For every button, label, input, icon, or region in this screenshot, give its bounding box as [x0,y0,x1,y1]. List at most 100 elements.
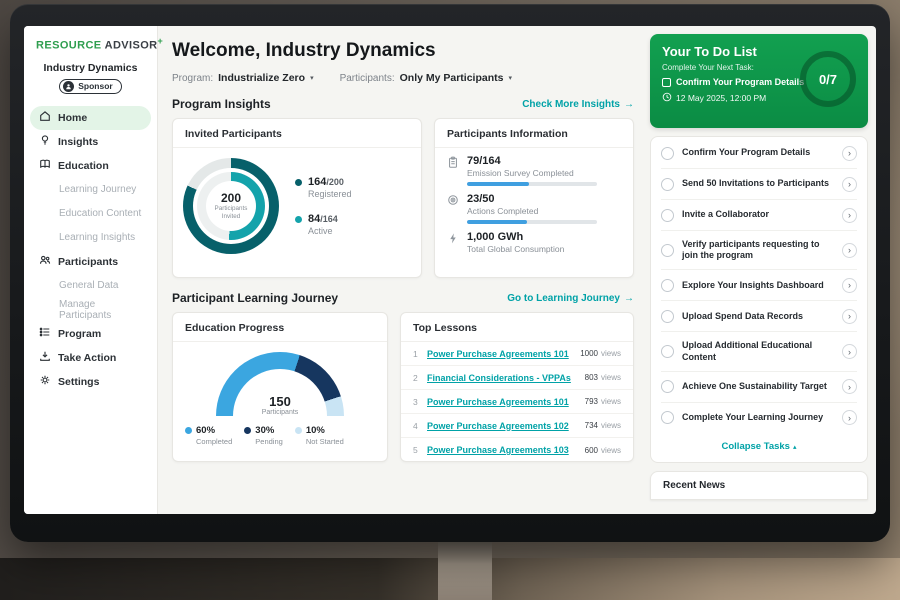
app-logo: RESOURCE ADVISOR+ [24,36,157,52]
monitor-stand [438,540,492,600]
todo-item-explore-insights[interactable]: Explore Your Insights Dashboard › [661,270,857,301]
lightbulb-icon [39,134,51,149]
lesson-link[interactable]: Power Purchase Agreements 103 [427,445,569,455]
todo-item-send-invitations[interactable]: Send 50 Invitations to Participants › [661,169,857,200]
chevron-right-icon[interactable]: › [842,379,857,394]
task-checkbox[interactable] [661,411,674,424]
sidebar-item-participants[interactable]: Participants [30,250,151,274]
task-checkbox[interactable] [661,244,674,257]
lesson-link[interactable]: Power Purchase Agreements 102 [427,421,569,431]
chevron-right-icon[interactable]: › [842,278,857,293]
logo-primary: RESOURCE [36,40,102,52]
lesson-row-1[interactable]: 1 Power Purchase Agreements 101 1000view… [401,342,633,366]
lesson-row-3[interactable]: 3 Power Purchase Agreements 101 793views [401,390,633,414]
sidebar-item-education-content[interactable]: Education Content [30,202,151,226]
participants-information-card: Participants Information 79/164 Emission… [434,118,634,278]
gauge-center-label: Participants [216,409,344,416]
chevron-right-icon[interactable]: › [842,243,857,258]
take-action-icon [39,350,51,365]
todo-panel: Your To Do List Complete Your Next Task:… [646,26,876,514]
chevron-right-icon[interactable]: › [842,146,857,161]
chevron-right-icon[interactable]: › [842,309,857,324]
task-checkbox[interactable] [661,345,674,358]
clock-icon [662,92,672,104]
task-checkbox[interactable] [661,279,674,292]
list-icon [39,326,51,341]
logo-secondary: ADVISOR [105,40,158,52]
users-icon [39,254,51,269]
dashboard-screen: RESOURCE ADVISOR+ Industry Dynamics Spon… [24,26,876,514]
arrow-right-icon: → [624,99,634,110]
invited-donut-chart: 200 Participants Invited [183,158,279,254]
chevron-right-icon[interactable]: › [842,177,857,192]
task-checkbox[interactable] [661,380,674,393]
sidebar-item-settings[interactable]: Settings [30,370,151,394]
next-task-due: 12 May 2025, 12:00 PM [676,93,766,103]
todo-item-confirm-program[interactable]: Confirm Your Program Details › [661,138,857,169]
legend-dot-registered [295,179,302,186]
role-badge: Sponsor [24,79,157,94]
todo-item-complete-learning-journey[interactable]: Complete Your Learning Journey › [661,403,857,433]
role-badge-label: Sponsor [78,81,112,91]
sidebar: RESOURCE ADVISOR+ Industry Dynamics Spon… [24,26,158,514]
person-icon [63,81,74,92]
monitor-bezel: RESOURCE ADVISOR+ Industry Dynamics Spon… [10,4,890,542]
donut-center-value: 200 [221,191,241,205]
todo-item-achieve-target[interactable]: Achieve One Sustainability Target › [661,372,857,403]
legend-dot-active [295,216,302,223]
gauge-dot-notstarted [295,427,302,434]
todo-item-upload-spend-data[interactable]: Upload Spend Data Records › [661,301,857,332]
photo-scene: RESOURCE ADVISOR+ Industry Dynamics Spon… [0,0,900,600]
task-checkbox[interactable] [661,209,674,222]
chevron-right-icon[interactable]: › [842,344,857,359]
chevron-right-icon[interactable]: › [842,208,857,223]
legend-item-not-started: 10% Not Started [295,425,344,446]
lesson-row-5[interactable]: 5 Power Purchase Agreements 103 600views [401,438,633,462]
legend-item-registered: 164/200 Registered [295,176,352,199]
sidebar-item-education[interactable]: Education [30,154,151,178]
todo-item-verify-participants[interactable]: Verify participants requesting to join t… [661,231,857,270]
sidebar-item-insights[interactable]: Insights [30,130,151,154]
go-to-learning-journey-link[interactable]: Go to Learning Journey → [507,293,634,304]
clipboard-icon [447,156,459,186]
next-task-checkbox[interactable] [662,78,671,87]
todo-list-card: Confirm Your Program Details › Send 50 I… [650,136,868,463]
main-content: Welcome, Industry Dynamics Program: Indu… [158,26,646,514]
task-checkbox[interactable] [661,310,674,323]
todo-item-upload-educational-content[interactable]: Upload Additional Educational Content › [661,332,857,371]
program-insights-title: Program Insights [172,97,271,111]
actions-progressbar [467,220,597,224]
lesson-link[interactable]: Power Purchase Agreements 101 [427,397,569,407]
sidebar-nav: Home Insights Education Learning Journey [24,106,157,394]
home-icon [39,110,51,125]
card-title: Top Lessons [401,313,633,342]
legend-item-completed: 60% Completed [185,425,232,446]
top-lessons-card: Top Lessons 1 Power Purchase Agreements … [400,312,634,462]
donut-center-label: Participants Invited [211,205,251,221]
sidebar-item-general-data[interactable]: General Data [30,274,151,298]
lesson-row-4[interactable]: 4 Power Purchase Agreements 102 734views [401,414,633,438]
chevron-down-icon: ▾ [310,74,314,82]
chevron-up-icon: ▴ [793,444,797,451]
lesson-link[interactable]: Power Purchase Agreements 101 [427,349,569,359]
task-checkbox[interactable] [661,147,674,160]
program-select[interactable]: Program: Industrialize Zero ▾ [172,72,314,84]
collapse-tasks-link[interactable]: Collapse Tasks▴ [661,433,857,461]
card-title: Participants Information [435,119,633,148]
lesson-link[interactable]: Financial Considerations - VPPAs [427,373,571,383]
task-checkbox[interactable] [661,178,674,191]
sidebar-item-take-action[interactable]: Take Action [30,346,151,370]
sidebar-item-learning-journey[interactable]: Learning Journey [30,178,151,202]
education-legend: 60% Completed 30% Pending 10% Not Starte… [173,416,387,446]
sidebar-item-learning-insights[interactable]: Learning Insights [30,226,151,250]
check-more-insights-link[interactable]: Check More Insights → [522,99,634,110]
chevron-right-icon[interactable]: › [842,410,857,425]
todo-item-invite-collaborator[interactable]: Invite a Collaborator › [661,200,857,231]
chevron-down-icon: ▾ [508,74,512,82]
filter-bar: Program: Industrialize Zero ▾ Participan… [172,72,634,84]
sidebar-item-home[interactable]: Home [30,106,151,130]
participants-select[interactable]: Participants: Only My Participants ▾ [340,72,512,84]
sidebar-item-manage-participants[interactable]: Manage Participants [30,298,151,322]
sidebar-item-program[interactable]: Program [30,322,151,346]
lesson-row-2[interactable]: 2 Financial Considerations - VPPAs 803vi… [401,366,633,390]
